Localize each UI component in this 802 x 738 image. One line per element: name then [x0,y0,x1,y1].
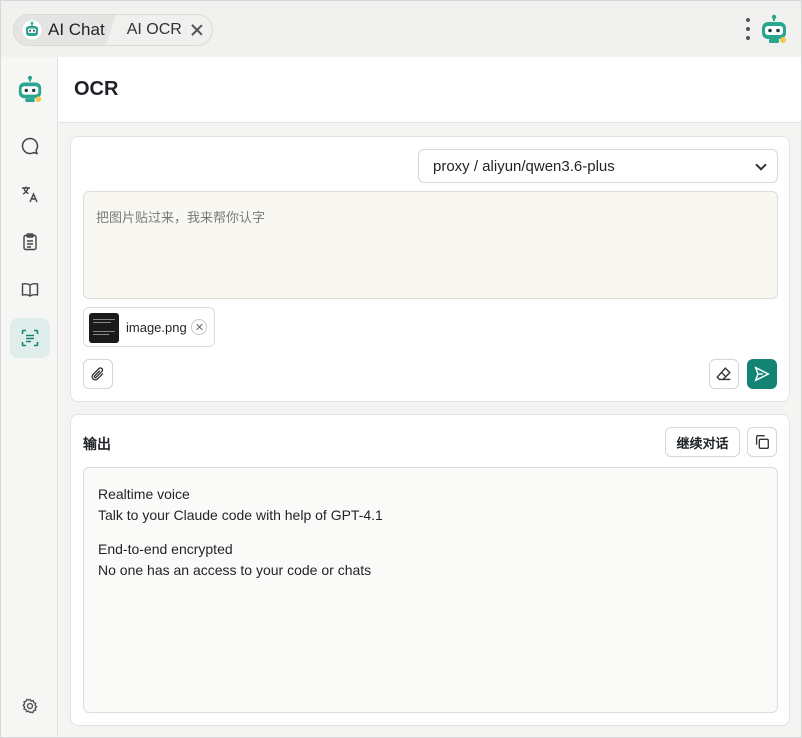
attachment-thumbnail [89,313,119,343]
sidebar-item-settings[interactable] [10,686,50,726]
paperclip-icon [91,367,104,381]
gear-icon [22,698,38,714]
page-header: OCR [58,57,801,123]
ocr-scan-icon [21,329,39,347]
continue-chat-button[interactable]: 继续对话 [665,427,740,457]
robot-logo-icon[interactable] [17,75,43,103]
send-icon [754,366,770,382]
chevron-down-icon [755,159,767,171]
output-paragraph: Realtime voice Talk to your Claude code … [98,484,763,526]
title-bar: AI Chat AI OCR [1,1,801,57]
sidebar-item-translate[interactable] [10,174,50,214]
more-menu-icon[interactable] [745,18,751,40]
model-select[interactable]: proxy / aliyun/qwen3.6-plus [418,149,778,183]
tab-ai-chat[interactable]: AI Chat [14,15,117,45]
sidebar-item-notes[interactable] [10,222,50,262]
tab-label: AI OCR [126,21,182,38]
output-paragraph: End-to-end encrypted No one has an acces… [98,539,763,581]
copy-button[interactable] [747,427,777,457]
prompt-placeholder: 把图片贴过来，我来帮你认字 [96,210,266,225]
output-card: 输出 继续对话 Realtime voice Talk to your Clau… [70,414,790,726]
output-text[interactable]: Realtime voice Talk to your Claude code … [83,467,778,713]
translate-icon [22,186,38,203]
tab-label: AI Chat [48,20,105,39]
output-line: Talk to your Claude code with help of GP… [98,507,383,523]
tab-strip: AI Chat AI OCR [13,14,213,46]
copy-icon [755,435,769,449]
close-icon[interactable] [190,23,204,37]
page-title: OCR [74,78,119,100]
output-line: Realtime voice [98,486,190,502]
prompt-input[interactable]: 把图片贴过来，我来帮你认字 [83,191,778,299]
input-card: proxy / aliyun/qwen3.6-plus 把图片贴过来，我来帮你认… [70,136,790,402]
model-select-value: proxy / aliyun/qwen3.6-plus [433,157,615,175]
app-window: AI Chat AI OCR OCR proxy / aliyun/qwen3.… [0,0,802,738]
attach-file-button[interactable] [83,359,113,389]
sidebar-item-chat[interactable] [10,126,50,166]
book-icon [21,283,39,297]
clear-button[interactable] [709,359,739,389]
sidebar-item-ocr[interactable] [10,318,50,358]
output-line: No one has an access to your code or cha… [98,562,372,578]
clipboard-icon [23,233,37,251]
sidebar-item-reader[interactable] [10,270,50,310]
sidebar [1,57,58,737]
eraser-icon [716,367,731,381]
main-panel: OCR proxy / aliyun/qwen3.6-plus 把图片贴过来，我… [58,57,801,737]
attachment-chip[interactable]: image.png [83,307,215,347]
remove-attachment-icon[interactable] [191,319,207,335]
output-line: End-to-end encrypted [98,541,233,557]
robot-icon [22,20,42,40]
output-label: 输出 [83,436,111,452]
robot-avatar-icon[interactable] [760,14,788,44]
tab-ai-ocr[interactable]: AI OCR [116,15,212,45]
attachment-name: image.png [126,320,187,335]
chat-bubble-icon [21,137,39,155]
send-button[interactable] [747,359,777,389]
